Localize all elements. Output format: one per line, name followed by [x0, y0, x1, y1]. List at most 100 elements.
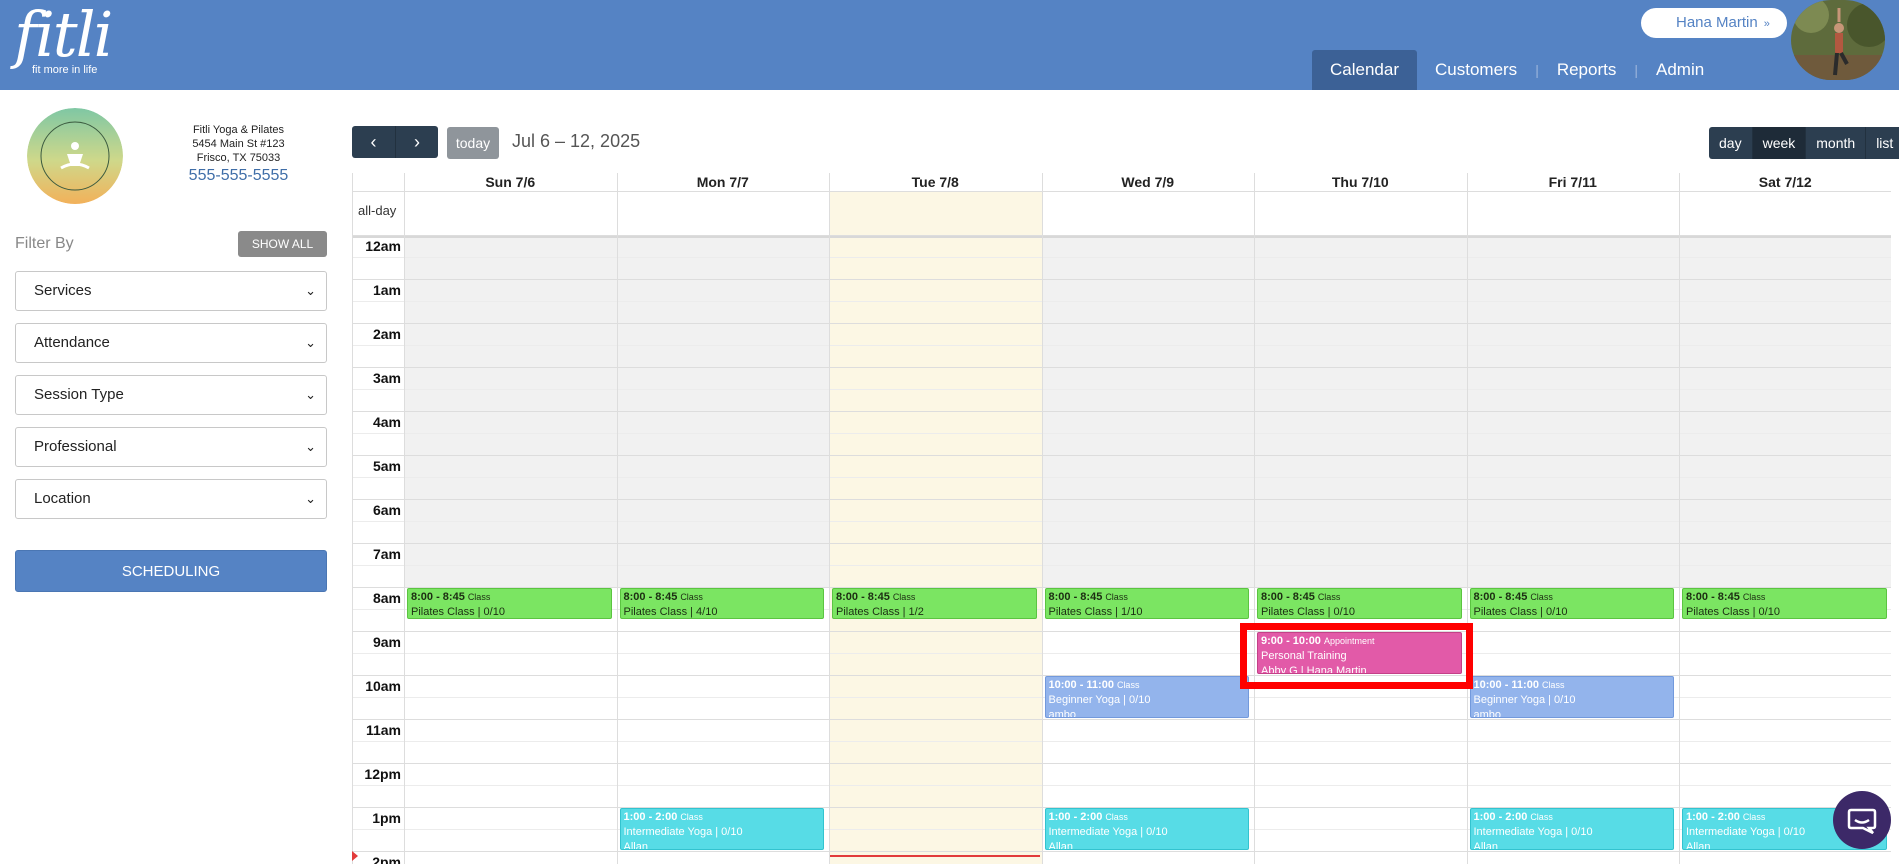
- event-time-line: 8:00 - 8:45 Class: [1686, 590, 1883, 605]
- attendance-select[interactable]: Attendance ⌄: [15, 323, 327, 363]
- event-instructor: Allan: [623, 841, 648, 850]
- date-range-title: Jul 6 – 12, 2025: [512, 131, 641, 151]
- grid-line: [353, 191, 1891, 192]
- event-title: Pilates Class | 1/2: [836, 606, 924, 618]
- hour-label: 5am: [372, 458, 401, 474]
- event-type: Class: [1530, 592, 1553, 602]
- calendar-event[interactable]: 8:00 - 8:45 Class Pilates Class | 0/10: [1682, 588, 1887, 619]
- event-time: 1:00 - 2:00: [1686, 811, 1740, 823]
- nav-admin[interactable]: Admin: [1638, 50, 1722, 90]
- hour-label: 7am: [372, 546, 401, 562]
- select-label: Session Type: [34, 386, 124, 403]
- day-header[interactable]: Thu 7/10: [1254, 173, 1467, 191]
- show-all-button[interactable]: SHOW ALL: [238, 231, 327, 257]
- calendar-event[interactable]: 1:00 - 2:00 Class Intermediate Yoga | 0/10…: [1044, 808, 1249, 850]
- nav-calendar[interactable]: Calendar: [1312, 50, 1417, 90]
- event-time-line: 1:00 - 2:00 Class: [1049, 810, 1246, 825]
- hour-label: 11am: [365, 722, 401, 738]
- select-label: Location: [34, 490, 91, 507]
- event-instructor: Allan: [1048, 841, 1073, 850]
- top-bar: fitli fit more in life Calendar Customer…: [0, 0, 1899, 90]
- session-type-select[interactable]: Session Type ⌄: [15, 375, 327, 415]
- calendar-event[interactable]: 10:00 - 11:00 Class Beginner Yoga | 0/10 am…: [1469, 676, 1674, 718]
- grid-line: [353, 719, 1891, 720]
- filter-by-label: Filter By: [15, 235, 74, 252]
- support-chat-button[interactable]: [1833, 791, 1891, 849]
- hour-label: 8am: [372, 590, 401, 606]
- event-title: Pilates Class | 4/10: [623, 606, 718, 618]
- event-time: 8:00 - 8:45: [1473, 591, 1528, 603]
- prev-week-button[interactable]: ‹: [352, 126, 395, 158]
- day-header[interactable]: Mon 7/7: [617, 173, 830, 191]
- event-time-line: 1:00 - 2:00 Class: [1474, 810, 1671, 825]
- event-time: 1:00 - 2:00: [623, 811, 678, 823]
- event-time: 10:00 - 11:00: [1048, 679, 1114, 691]
- next-week-button[interactable]: ›: [395, 126, 438, 158]
- calendar-event[interactable]: 8:00 - 8:45 Class Pilates Class | 0/10: [1469, 588, 1674, 619]
- event-time-line: 10:00 - 11:00 Class: [1474, 678, 1671, 693]
- calendar-event[interactable]: 1:00 - 2:00 Class Intermediate Yoga | 0/10…: [619, 808, 824, 850]
- hour-label: 12am: [365, 238, 401, 254]
- logo-tagline: fit more in life: [32, 64, 98, 76]
- services-select[interactable]: Services ⌄: [15, 271, 327, 311]
- select-label: Services: [34, 282, 92, 299]
- event-time: 8:00 - 8:45: [836, 591, 890, 603]
- grid-line: [1254, 173, 1255, 864]
- grid-line: [353, 411, 1891, 412]
- hour-label: 1am: [372, 282, 401, 298]
- grid-line: [1466, 173, 1468, 864]
- nav-reports[interactable]: Reports: [1539, 50, 1635, 90]
- nav-customers[interactable]: Customers: [1417, 50, 1535, 90]
- grid-line: [353, 257, 1891, 258]
- calendar-event[interactable]: 8:00 - 8:45 Class Pilates Class | 4/10: [619, 588, 824, 619]
- grid-line: [353, 763, 1891, 764]
- view-switcher: day week month list: [1709, 127, 1899, 159]
- grid-line: [353, 235, 1891, 236]
- event-type: Class: [892, 592, 916, 602]
- avatar-photo: [1791, 0, 1885, 80]
- business-phone[interactable]: 555-555-5555: [166, 168, 311, 184]
- view-week-button[interactable]: week: [1751, 127, 1806, 159]
- day-header[interactable]: Wed 7/9: [1042, 173, 1255, 191]
- calendar-event[interactable]: 1:00 - 2:00 Class Intermediate Yoga | 0/10…: [1469, 808, 1674, 850]
- professional-select[interactable]: Professional ⌄: [15, 427, 327, 467]
- user-menu[interactable]: Hana Martin »: [1641, 8, 1787, 38]
- chevron-down-icon: ⌄: [305, 335, 316, 350]
- grid-line: [616, 173, 618, 864]
- chevron-right-icon: ›: [414, 132, 420, 152]
- view-day-button[interactable]: day: [1709, 127, 1752, 159]
- hour-label: 10am: [365, 678, 401, 694]
- event-time: 8:00 - 8:45: [411, 591, 465, 603]
- hour-label: 6am: [372, 502, 401, 518]
- calendar-event[interactable]: 8:00 - 8:45 Class Pilates Class | 0/10: [407, 588, 612, 619]
- day-header[interactable]: Sun 7/6: [404, 173, 617, 191]
- select-label: Professional: [34, 438, 117, 455]
- grid-line: [353, 741, 1891, 742]
- day-header[interactable]: Tue 7/8: [829, 173, 1042, 191]
- grid-line: [353, 565, 1891, 566]
- event-time-line: 8:00 - 8:45 Class: [1261, 590, 1458, 605]
- scheduling-button[interactable]: SCHEDULING: [15, 550, 327, 592]
- hour-label: 2am: [372, 326, 401, 342]
- today-button[interactable]: today: [447, 127, 499, 159]
- hour-label: 4am: [372, 414, 401, 430]
- event-type: Class: [680, 592, 703, 602]
- location-select[interactable]: Location ⌄: [15, 479, 327, 519]
- avatar[interactable]: [1791, 0, 1885, 80]
- chevron-down-icon: ⌄: [305, 491, 316, 506]
- day-header[interactable]: Sat 7/12: [1679, 173, 1891, 191]
- fitli-logo[interactable]: fitli fit more in life: [14, 4, 113, 77]
- calendar-event[interactable]: 8:00 - 8:45 Class Pilates Class | 1/2: [832, 588, 1037, 619]
- calendar-event[interactable]: 10:00 - 11:00 Class Beginner Yoga | 0/10 am…: [1044, 676, 1249, 718]
- grid-line: [353, 851, 1891, 852]
- grid-line: [353, 543, 1891, 544]
- business-address-line2: Frisco, TX 75033: [196, 152, 281, 164]
- chevron-down-icon: ⌄: [305, 387, 316, 402]
- calendar-event[interactable]: 8:00 - 8:45 Class Pilates Class | 0/10: [1257, 588, 1462, 619]
- view-month-button[interactable]: month: [1805, 127, 1866, 159]
- day-header[interactable]: Fri 7/11: [1467, 173, 1680, 191]
- view-list-button[interactable]: list: [1865, 127, 1899, 159]
- calendar-event[interactable]: 8:00 - 8:45 Class Pilates Class | 1/10: [1044, 588, 1249, 619]
- grid-line: [353, 477, 1891, 478]
- grid-line: [353, 323, 1891, 324]
